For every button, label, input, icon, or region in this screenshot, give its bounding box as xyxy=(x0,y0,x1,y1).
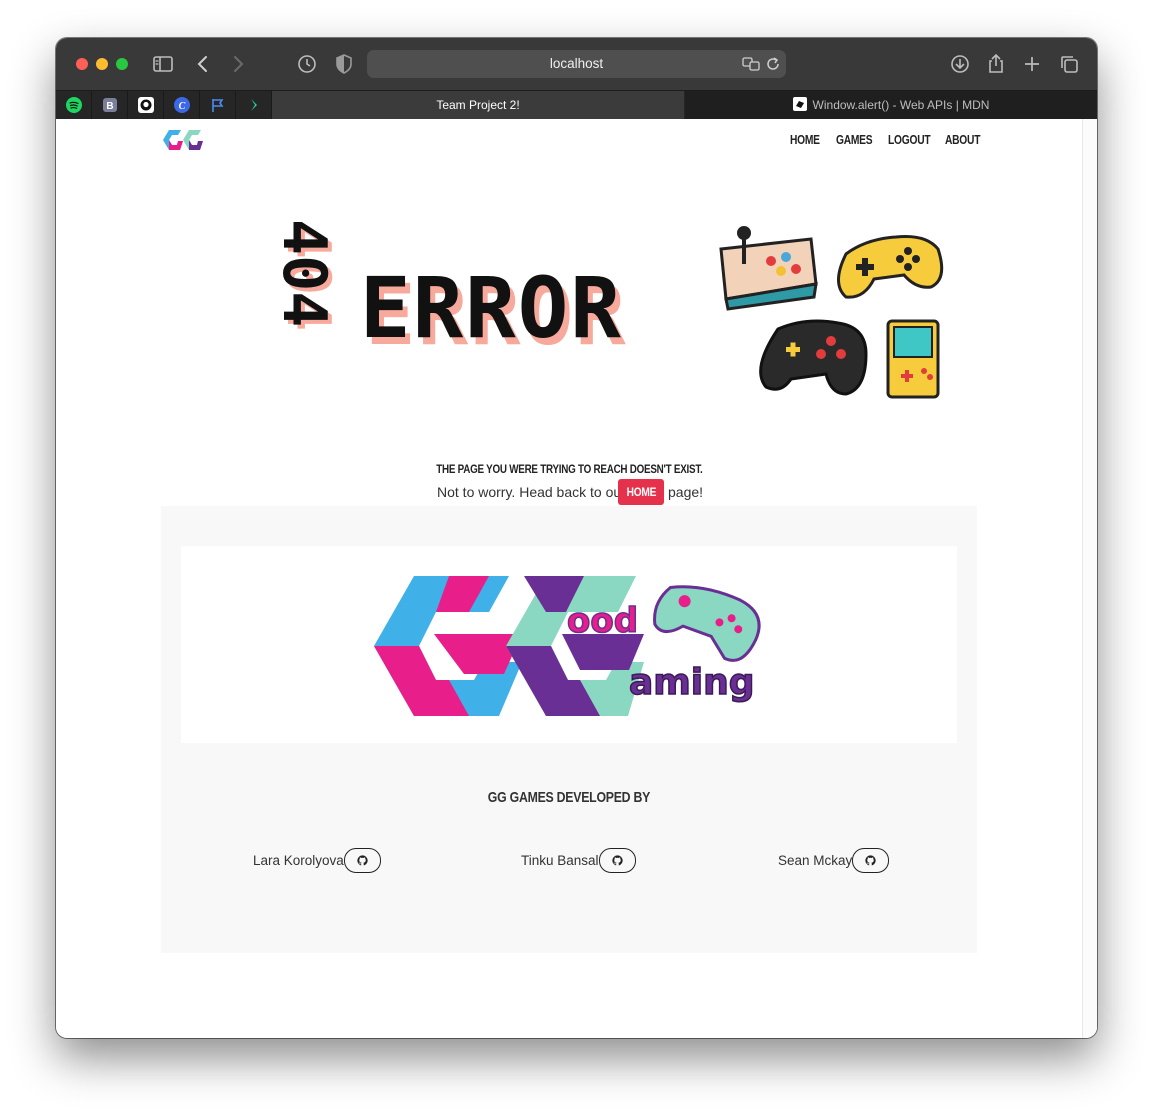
spotify-icon xyxy=(65,97,82,113)
github-icon xyxy=(137,97,154,113)
history-icon[interactable] xyxy=(295,52,319,76)
gg-logo-small[interactable] xyxy=(161,127,205,153)
developer-name: Lara Korolyova xyxy=(253,853,344,868)
yellow-gamepad-icon xyxy=(837,235,944,299)
nav-logout[interactable]: Logout xyxy=(888,133,931,147)
tab-title: Team Project 2! xyxy=(436,98,520,112)
mdn-icon xyxy=(792,97,807,111)
browser-window: localhost B C Team Project 2! Window.ale… xyxy=(56,38,1097,1038)
pinned-tab-flag[interactable] xyxy=(200,91,236,119)
flag-icon xyxy=(211,99,223,112)
new-tab-icon[interactable] xyxy=(1020,52,1044,76)
error-message-after: page! xyxy=(668,484,704,500)
footer: ood aming GG Games Developed by Lara Kor… xyxy=(161,506,977,953)
tab-title: Window.alert() - Web APIs | MDN xyxy=(812,98,990,112)
address-bar[interactable]: localhost xyxy=(367,50,786,78)
github-link-button[interactable] xyxy=(343,848,381,873)
error-headline-text: The page you were trying to reach doesn'… xyxy=(436,462,703,476)
github-link-button[interactable] xyxy=(852,848,890,873)
error-message-before: Not to worry. Head back to our xyxy=(437,484,626,500)
tab-team-project[interactable]: Team Project 2! xyxy=(272,91,684,119)
svg-text:B: B xyxy=(106,101,113,112)
developers-title: GG Games Developed by xyxy=(161,789,977,806)
error-hero-image: 404 404 ERROR ERROR xyxy=(276,219,944,399)
share-icon[interactable] xyxy=(984,52,1008,76)
github-icon xyxy=(865,855,876,866)
logo-text-aming: aming xyxy=(629,662,755,703)
home-button-label: Home xyxy=(626,485,656,499)
developer-sean: Sean Mckay xyxy=(778,848,890,873)
bootstrap-icon: B xyxy=(102,98,117,112)
download-icon[interactable] xyxy=(948,52,972,76)
vertical-scrollbar[interactable] xyxy=(1082,119,1097,1038)
pinned-tab-coursera[interactable]: C xyxy=(164,91,200,119)
pinned-tab-app[interactable] xyxy=(236,91,272,119)
browser-toolbar: localhost xyxy=(56,38,1097,90)
coursera-icon: C xyxy=(173,97,190,113)
shield-icon[interactable] xyxy=(332,52,356,76)
reload-icon[interactable] xyxy=(761,52,785,76)
minimize-window-button[interactable] xyxy=(96,58,108,70)
app-icon xyxy=(250,99,257,111)
pinned-tab-github[interactable] xyxy=(128,91,164,119)
pinned-tab-spotify[interactable] xyxy=(56,91,92,119)
nav-home[interactable]: Home xyxy=(790,133,820,147)
logo-text-ood: ood xyxy=(567,601,638,641)
good-gaming-logo: ood aming xyxy=(374,576,761,716)
pinned-tab-bootstrap[interactable]: B xyxy=(92,91,128,119)
error-word: ERROR xyxy=(360,259,623,357)
tab-mdn[interactable]: Window.alert() - Web APIs | MDN xyxy=(685,91,1097,119)
forward-icon[interactable] xyxy=(226,52,250,76)
tab-bar: B C Team Project 2! Window.alert() - Web… xyxy=(56,90,1097,119)
error-headline: The page you were trying to reach doesn'… xyxy=(56,462,1083,476)
svg-text:C: C xyxy=(178,101,185,112)
footer-logo-container: ood aming xyxy=(181,546,957,743)
home-button[interactable]: Home xyxy=(618,479,664,505)
github-icon xyxy=(357,855,368,866)
tab-overview-icon[interactable] xyxy=(1057,52,1081,76)
black-gamepad-icon xyxy=(759,319,868,396)
developer-name: Tinku Bansal xyxy=(521,853,599,868)
page-viewport: Home Games Logout About 404 404 ERROR ER… xyxy=(56,119,1097,1038)
nav-about[interactable]: About xyxy=(945,133,980,147)
maximize-window-button[interactable] xyxy=(116,58,128,70)
github-link-button[interactable] xyxy=(598,848,636,873)
sidebar-icon[interactable] xyxy=(151,52,175,76)
arcade-controller-icon xyxy=(719,226,818,311)
url-text: localhost xyxy=(549,56,604,71)
back-icon[interactable] xyxy=(191,52,215,76)
developer-lara: Lara Korolyova xyxy=(253,848,381,873)
github-icon xyxy=(611,855,623,866)
error-number-shadow: 404 xyxy=(276,219,339,327)
teal-controller-icon xyxy=(653,585,761,662)
handheld-console-icon xyxy=(886,319,940,399)
translate-icon[interactable] xyxy=(739,52,763,76)
developer-tinku: Tinku Bansal xyxy=(521,848,636,873)
developers-title-text: GG Games Developed by xyxy=(487,789,651,806)
close-window-button[interactable] xyxy=(76,58,88,70)
developer-name: Sean Mckay xyxy=(778,853,853,868)
nav-games[interactable]: Games xyxy=(836,133,873,147)
